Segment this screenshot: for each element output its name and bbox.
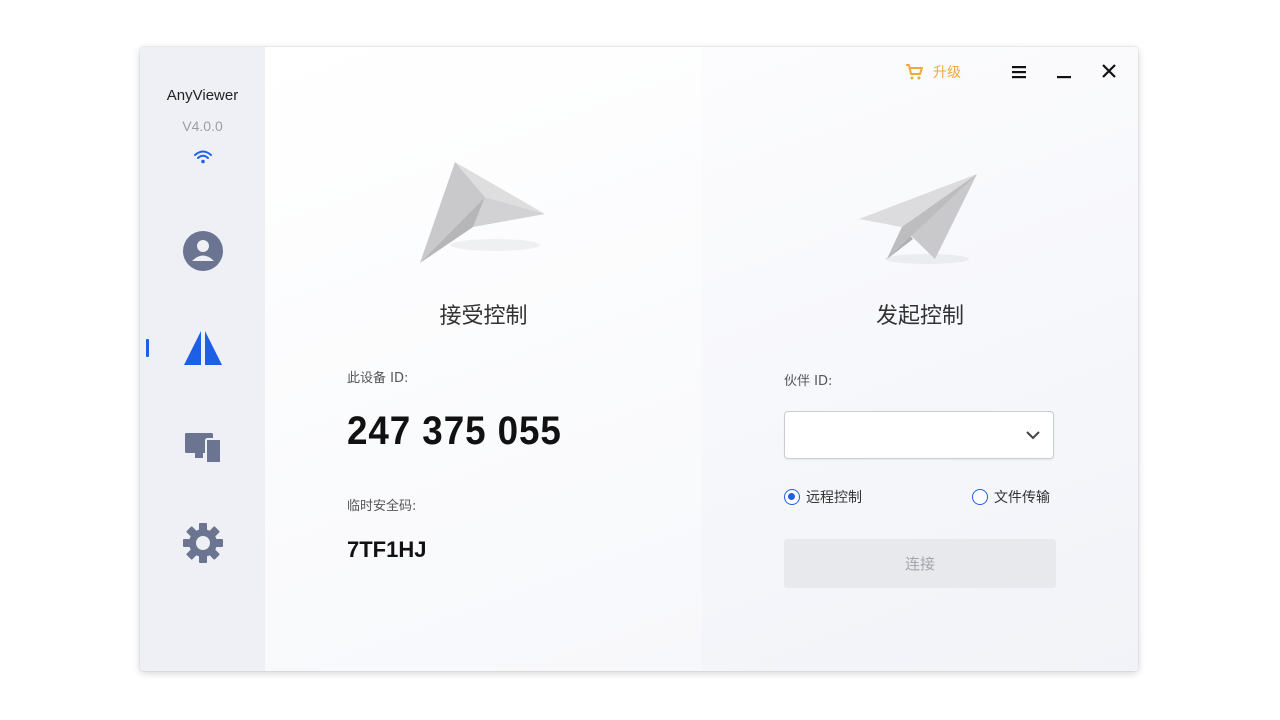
paper-plane-send-icon xyxy=(859,174,977,264)
gear-icon xyxy=(183,523,223,563)
sidebar-item-settings[interactable] xyxy=(140,512,265,572)
receive-control-panel: 接受控制 此设备 ID: 临时安全码: xyxy=(265,47,702,671)
sidebar-item-account[interactable] xyxy=(140,220,265,280)
device-id-value: 247 375 055 xyxy=(347,409,562,453)
sidebar-item-devices[interactable] xyxy=(140,415,265,475)
devices-icon xyxy=(185,433,222,464)
paper-plane-receive-icon xyxy=(420,162,545,263)
app-version: V4.0.0 xyxy=(182,118,223,134)
remote-control-icon xyxy=(184,331,222,365)
temp-code-label: 临时安全码: xyxy=(347,499,417,514)
radio-file-transfer-label: 文件传输 xyxy=(994,490,1050,506)
device-id-label: 此设备 ID: xyxy=(347,371,409,386)
minimize-button[interactable] xyxy=(1052,61,1076,83)
radio-button-checked[interactable] xyxy=(784,489,800,505)
user-icon xyxy=(183,231,223,271)
partner-id-input[interactable] xyxy=(795,422,1019,450)
wifi-icon xyxy=(194,150,212,164)
radio-remote-control-label: 远程控制 xyxy=(806,490,862,506)
partner-id-field[interactable] xyxy=(784,411,1054,459)
temp-code-value: 7TF1HJ xyxy=(347,537,427,562)
menu-button[interactable] xyxy=(1007,61,1031,83)
minimize-icon xyxy=(1057,76,1071,79)
partner-id-label: 伙伴 ID: xyxy=(784,374,833,389)
app-window: AnyViewer V4.0.0 接受控制 此设备 ID: 临时安全码: 发起控… xyxy=(140,47,1138,671)
cart-icon xyxy=(906,64,923,80)
connect-button[interactable]: 连接 xyxy=(784,539,1056,588)
radio-button-unchecked[interactable] xyxy=(972,489,988,505)
app-name: AnyViewer xyxy=(166,87,239,104)
receive-control-title: 接受控制 xyxy=(439,304,528,329)
hamburger-menu-icon xyxy=(1012,66,1026,79)
sidebar: AnyViewer V4.0.0 xyxy=(140,47,265,671)
close-button[interactable] xyxy=(1097,61,1121,83)
upgrade-label: 升级 xyxy=(933,65,961,81)
initiate-control-title: 发起控制 xyxy=(875,304,964,329)
sidebar-item-remote-control[interactable] xyxy=(140,317,265,377)
close-icon xyxy=(1102,64,1116,78)
radio-remote-control[interactable]: 远程控制 xyxy=(784,487,862,507)
radio-file-transfer[interactable]: 文件传输 xyxy=(972,487,1050,507)
chevron-down-icon[interactable] xyxy=(1025,429,1041,441)
upgrade-button[interactable]: 升级 xyxy=(905,61,961,83)
